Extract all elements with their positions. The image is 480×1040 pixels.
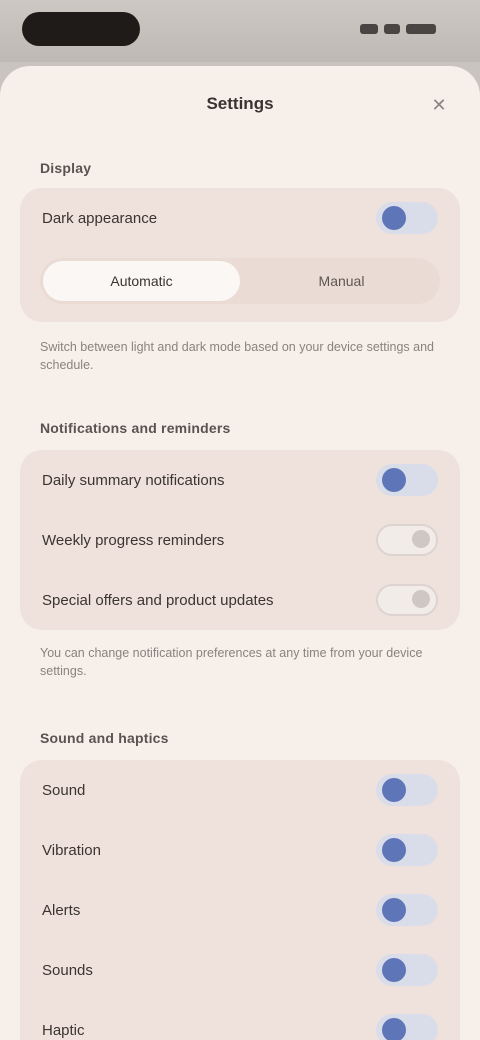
sound-card: Sound Vibration Alerts Sounds Haptic (20, 760, 460, 1040)
sound-row[interactable]: Haptic (20, 1000, 460, 1040)
notifications-card: Daily summary notifications Weekly progr… (20, 450, 460, 630)
close-icon[interactable]: ✕ (426, 92, 452, 118)
notification-row-label: Special offers and product updates (42, 591, 274, 609)
settings-sheet: Settings ✕ Display Dark appearance Autom… (0, 66, 480, 1040)
dark-appearance-row[interactable]: Dark appearance (20, 188, 460, 248)
segment-automatic[interactable]: Automatic (43, 261, 240, 301)
section-title-sound: Sound and haptics (40, 730, 169, 746)
sound-row-label: Vibration (42, 841, 101, 859)
dynamic-island (22, 12, 140, 46)
display-help-text: Switch between light and dark mode based… (40, 340, 434, 372)
status-icons (360, 22, 446, 36)
section-title-display: Display (40, 160, 92, 176)
display-card: Dark appearance Automatic Manual (20, 188, 460, 322)
sound-row-label: Alerts (42, 901, 81, 919)
notification-row[interactable]: Daily summary notifications (20, 450, 460, 510)
notifications-help-text: You can change notification preferences … (40, 646, 423, 678)
segment-manual[interactable]: Manual (243, 258, 440, 304)
weekly-progress-toggle[interactable] (376, 524, 438, 556)
appearance-segmented-control: Automatic Manual (20, 248, 460, 318)
sound-row-label: Haptic (42, 1021, 85, 1039)
haptic-toggle[interactable] (376, 1014, 438, 1040)
sound-row-label: Sounds (42, 961, 93, 979)
daily-summary-toggle[interactable] (376, 464, 438, 496)
notification-row-label: Weekly progress reminders (42, 531, 225, 549)
wifi-icon (384, 24, 400, 34)
notification-row[interactable]: Special offers and product updates (20, 570, 460, 630)
sheet-header: Settings ✕ (0, 66, 480, 146)
special-offers-toggle[interactable] (376, 584, 438, 616)
sound-row[interactable]: Sounds (20, 940, 460, 1000)
sound-row[interactable]: Sound (20, 760, 460, 820)
sheet-title: Settings (206, 94, 274, 113)
section-title-notifications: Notifications and reminders (40, 420, 231, 436)
vibration-toggle[interactable] (376, 834, 438, 866)
notification-row-label: Daily summary notifications (42, 471, 225, 489)
sound-row-label: Sound (42, 781, 86, 799)
sound-toggle[interactable] (376, 774, 438, 806)
status-bar (0, 0, 480, 62)
sound-row[interactable]: Vibration (20, 820, 460, 880)
dark-appearance-toggle[interactable] (376, 202, 438, 234)
battery-icon (406, 24, 436, 34)
notification-row[interactable]: Weekly progress reminders (20, 510, 460, 570)
alerts-toggle[interactable] (376, 894, 438, 926)
signal-icon (360, 24, 378, 34)
dark-appearance-label: Dark appearance (42, 209, 158, 227)
sound-row[interactable]: Alerts (20, 880, 460, 940)
sounds-toggle[interactable] (376, 954, 438, 986)
